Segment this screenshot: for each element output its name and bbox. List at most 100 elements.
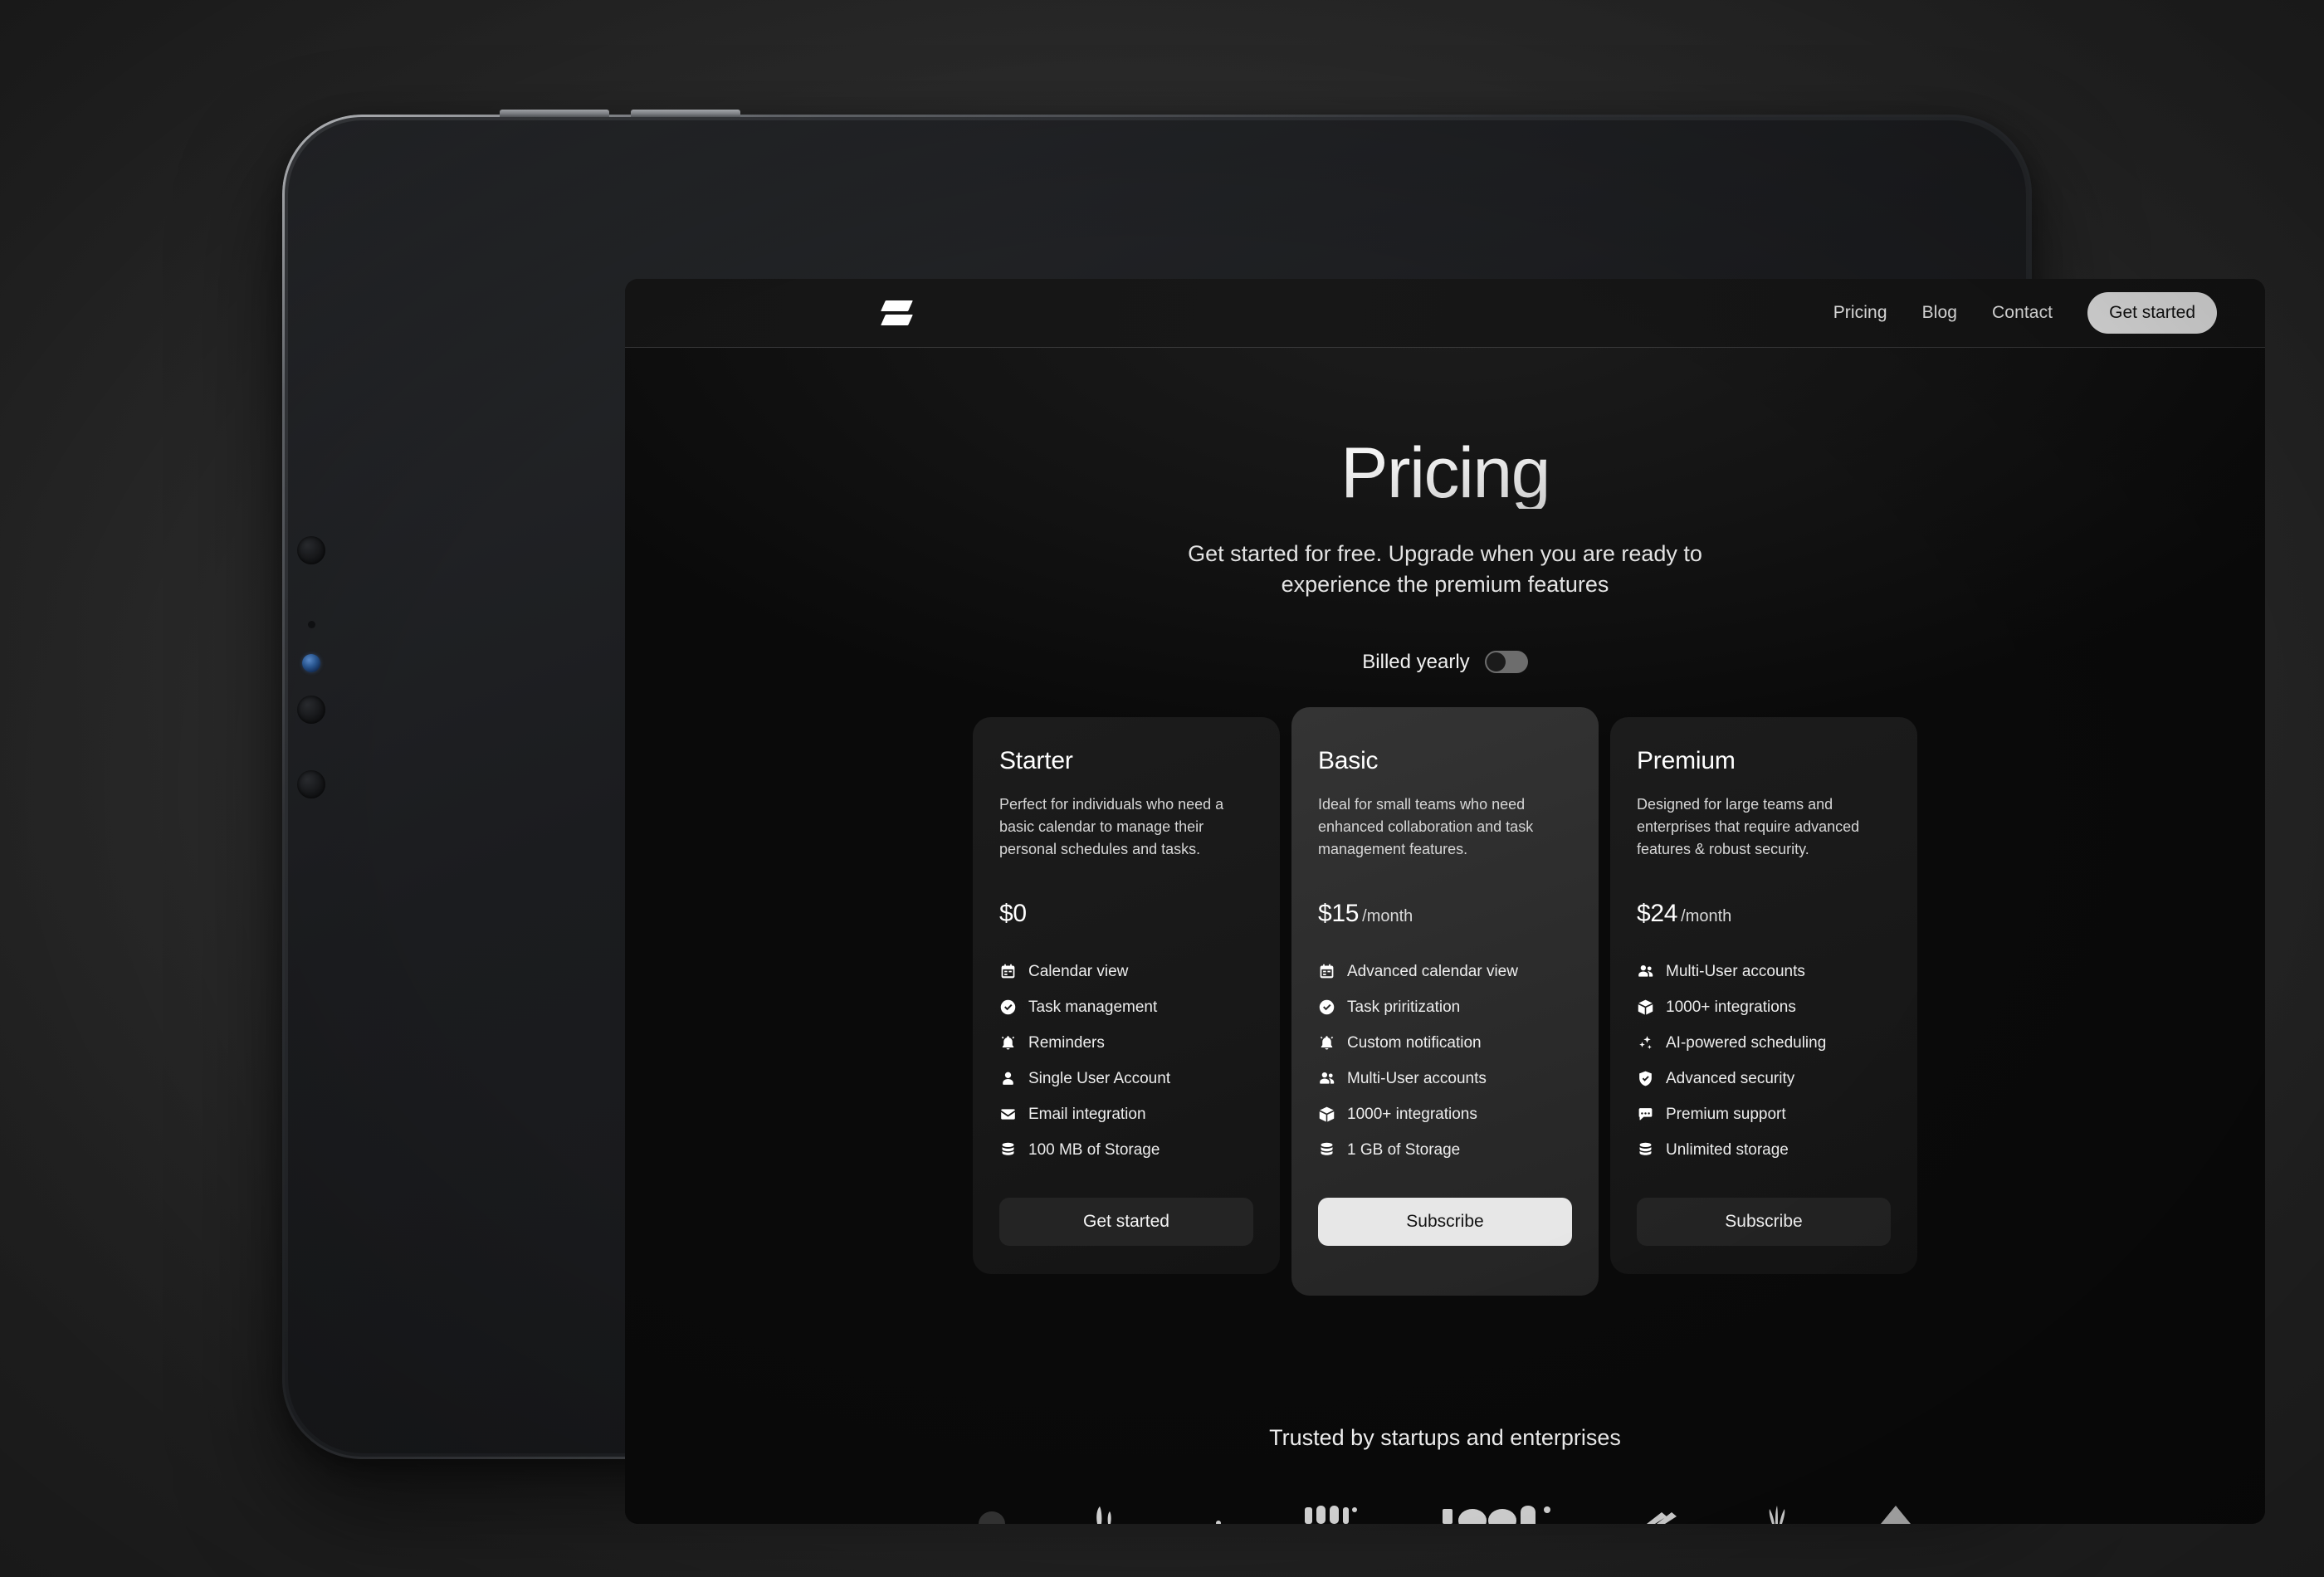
feature-label: Multi-User accounts [1347, 1069, 1487, 1087]
billing-toggle-switch[interactable] [1484, 651, 1528, 673]
list-item: 1000+ integrations [1637, 998, 1891, 1017]
feature-label: Unlimited storage [1666, 1140, 1789, 1159]
plan-price: $15 [1318, 899, 1360, 927]
list-item: Premium support [1637, 1106, 1891, 1124]
feature-label: Advanced calendar view [1347, 962, 1518, 980]
calendar-icon [1318, 963, 1335, 980]
list-item: AI-powered scheduling [1637, 1034, 1891, 1052]
trusted-heading: Trusted by startups and enterprises [1269, 1425, 1621, 1450]
plan-feature-list: Calendar view Task management Reminders [999, 963, 1253, 1160]
infrared-camera [297, 696, 325, 724]
trusted-section: Trusted by startups and enterprises [625, 1425, 2265, 1524]
page-title: Pricing [625, 437, 2265, 509]
logo-dome-mark [973, 1502, 1011, 1524]
tablet-screen: Pricing Blog Contact Get started Pricing… [625, 279, 2265, 1524]
people-icon [1318, 1070, 1335, 1087]
header-get-started-button[interactable]: Get started [2087, 292, 2217, 334]
dot-projector [297, 770, 325, 798]
feature-label: AI-powered scheduling [1666, 1033, 1827, 1052]
list-item: Email integration [999, 1106, 1253, 1124]
logo-wordmark-m [1303, 1502, 1365, 1524]
plan-feature-list: Advanced calendar view Task priritizatio… [1318, 963, 1572, 1160]
feature-label: Premium support [1666, 1105, 1786, 1123]
feature-label: Calendar view [1028, 962, 1129, 980]
main-navigation: Pricing Blog Contact Get started [1833, 292, 2217, 334]
feature-label: 1000+ integrations [1347, 1105, 1477, 1123]
volume-down-button[interactable] [631, 110, 740, 117]
feature-label: Reminders [1028, 1033, 1105, 1052]
plan-period: /month [1681, 906, 1732, 925]
sparkles-icon [1637, 1034, 1654, 1052]
billing-toggle-row: Billed yearly [625, 651, 2265, 674]
plan-price-row: $15 /month [1318, 900, 1572, 928]
logo-slash-mark [1643, 1502, 1680, 1524]
logo-triangle-mark [1874, 1502, 1917, 1524]
plan-cta-wrap: Subscribe [1637, 1160, 1891, 1246]
plan-price: $0 [999, 899, 1027, 927]
feature-label: Email integration [1028, 1105, 1146, 1123]
plan-cta-wrap: Get started [999, 1160, 1253, 1246]
feature-label: 1000+ integrations [1666, 998, 1796, 1016]
database-icon [1318, 1141, 1335, 1159]
feature-label: 1 GB of Storage [1347, 1140, 1461, 1159]
feature-label: Task priritization [1347, 998, 1461, 1016]
feature-label: 100 MB of Storage [1028, 1140, 1160, 1159]
list-item: 1 GB of Storage [1318, 1141, 1572, 1160]
list-item: 100 MB of Storage [999, 1141, 1253, 1160]
pricing-card-basic: Basic Ideal for small teams who need enh… [1291, 706, 1599, 1296]
feature-label: Multi-User accounts [1666, 962, 1805, 980]
plan-cta-button-premium[interactable]: Subscribe [1637, 1197, 1891, 1246]
list-item: Advanced security [1637, 1070, 1891, 1088]
envelope-icon [999, 1106, 1017, 1123]
page-content: Pricing Get started for free. Upgrade wh… [625, 348, 2265, 1524]
plan-price-row: $24 /month [1637, 900, 1891, 928]
plan-feature-list: Multi-User accounts 1000+ integrations A… [1637, 963, 1891, 1160]
feature-label: Advanced security [1666, 1069, 1795, 1087]
box-icon [1318, 1106, 1335, 1123]
plan-price: $24 [1637, 899, 1678, 927]
nav-link-blog[interactable]: Blog [1922, 303, 1957, 323]
database-icon [1637, 1141, 1654, 1159]
logo-burst-mark [1756, 1502, 1798, 1524]
check-circle-icon [1318, 998, 1335, 1016]
scene-backdrop: Pricing Blog Contact Get started Pricing… [0, 0, 2324, 1577]
front-camera [297, 536, 325, 564]
plan-period: /month [1362, 906, 1413, 925]
list-item: Reminders [999, 1034, 1253, 1052]
shield-check-icon [1637, 1070, 1654, 1087]
depth-sensor [302, 654, 320, 672]
logo-dot-mark [1210, 1502, 1227, 1524]
pricing-cards: Starter Perfect for individuals who need… [625, 706, 2265, 1296]
plan-name: Starter [999, 746, 1073, 774]
plan-price-row: $0 [999, 900, 1253, 928]
volume-up-button[interactable] [500, 110, 609, 117]
nav-link-pricing[interactable]: Pricing [1833, 303, 1887, 323]
list-item: Task management [999, 998, 1253, 1017]
feature-label: Task management [1028, 998, 1158, 1016]
bell-icon [1318, 1034, 1335, 1052]
list-item: Unlimited storage [1637, 1141, 1891, 1160]
logo-leaf-mark [1087, 1502, 1134, 1524]
plan-name: Premium [1637, 746, 1736, 774]
ambient-sensor [308, 621, 315, 628]
list-item: Multi-User accounts [1637, 963, 1891, 981]
site-header: Pricing Blog Contact Get started [625, 279, 2265, 348]
nav-link-contact[interactable]: Contact [1992, 303, 2053, 323]
plan-name: Basic [1318, 746, 1379, 774]
list-item: Single User Account [999, 1070, 1253, 1088]
box-icon [1637, 998, 1654, 1016]
plan-cta-button-basic[interactable]: Subscribe [1318, 1197, 1572, 1246]
check-circle-icon [999, 998, 1017, 1016]
plan-cta-button-starter[interactable]: Get started [999, 1197, 1253, 1246]
pricing-card-starter: Starter Perfect for individuals who need… [973, 716, 1280, 1274]
list-item: 1000+ integrations [1318, 1106, 1572, 1124]
brand-parallelogram-logo[interactable] [881, 300, 913, 327]
billing-toggle-label: Billed yearly [1362, 650, 1470, 673]
pricing-card-premium: Premium Designed for large teams and ent… [1610, 716, 1917, 1274]
logo-wordmark-logoipsum [1441, 1502, 1567, 1524]
hero-section: Pricing Get started for free. Upgrade wh… [625, 348, 2265, 601]
chat-icon [1637, 1106, 1654, 1123]
calendar-icon [999, 963, 1017, 980]
hero-subtitle: Get started for free. Upgrade when you a… [1188, 541, 1702, 598]
database-icon [999, 1141, 1017, 1159]
